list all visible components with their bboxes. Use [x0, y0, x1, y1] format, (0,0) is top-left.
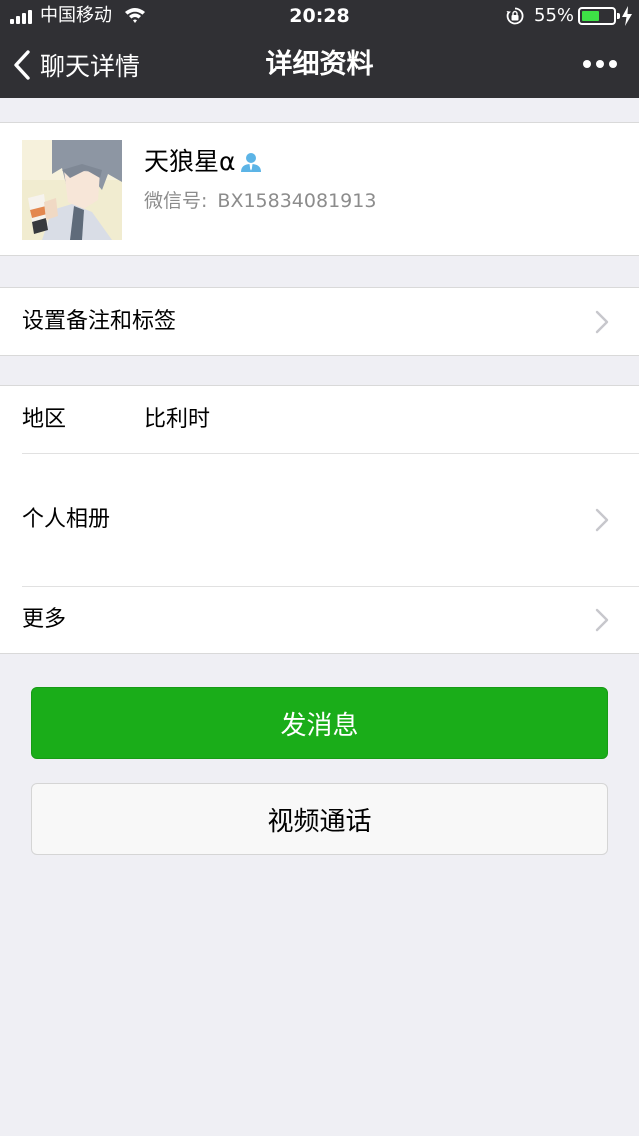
contact-person-icon: [241, 153, 262, 172]
region-cell: 地区 比利时: [0, 386, 639, 453]
personal-album-cell[interactable]: 个人相册: [0, 453, 639, 586]
avatar[interactable]: [22, 140, 122, 240]
region-label: 地区: [22, 407, 67, 432]
chevron-right-icon: [595, 508, 609, 531]
status-bar: 中国移动 20:28 55%: [0, 0, 639, 32]
battery-level-fill: [582, 11, 599, 21]
more-cell[interactable]: 更多: [0, 586, 639, 653]
navigation-bar: 聊天详情 详细资料: [0, 32, 639, 98]
chevron-right-icon: [595, 310, 609, 333]
region-value: 比利时: [144, 407, 211, 432]
video-call-button[interactable]: 视频通话: [31, 783, 608, 855]
nickname-row: 天狼星α: [144, 145, 263, 179]
personal-album-label: 个人相册: [22, 507, 111, 532]
battery-icon: [578, 7, 620, 25]
send-message-button[interactable]: 发消息: [31, 687, 608, 759]
wechat-id-label: 微信号:: [144, 190, 208, 212]
set-remark-and-tags-cell[interactable]: 设置备注和标签: [0, 288, 639, 355]
contact-profile-screen: 中国移动 20:28 55% 聊天详情 详细资料 天狼星α 微信号: BX158…: [0, 0, 639, 1136]
charging-bolt-icon: [622, 6, 632, 26]
avatar-illustration: [22, 140, 122, 240]
wechat-id-value: BX15834081913: [217, 190, 377, 212]
top-bar: 中国移动 20:28 55% 聊天详情 详细资料: [0, 0, 639, 98]
chevron-right-icon: [595, 608, 609, 631]
nickname: 天狼星α: [144, 147, 236, 176]
wechat-id-row: 微信号: BX15834081913: [144, 187, 376, 215]
more-label: 更多: [22, 607, 67, 632]
set-remark-and-tags-label: 设置备注和标签: [22, 309, 177, 334]
battery-percentage: 55%: [534, 5, 575, 26]
remark-group: 设置备注和标签: [0, 287, 639, 356]
info-group: 地区 比利时 个人相册 更多: [0, 385, 639, 654]
page-title: 详细资料: [265, 49, 374, 80]
profile-card[interactable]: 天狼星α 微信号: BX15834081913: [0, 122, 639, 256]
more-options-button[interactable]: [583, 56, 617, 72]
orientation-lock-icon: [506, 7, 524, 25]
